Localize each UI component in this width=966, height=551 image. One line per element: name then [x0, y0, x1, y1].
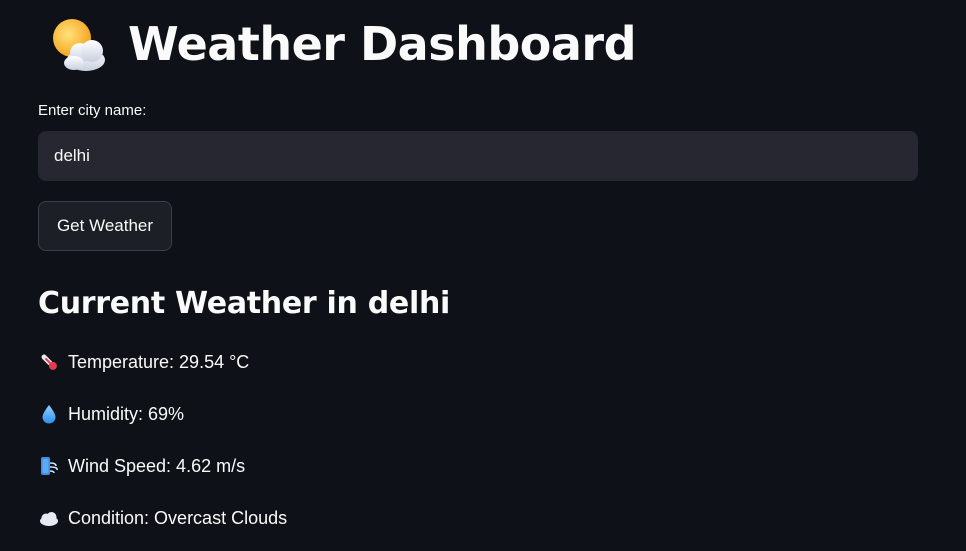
wind-icon — [38, 455, 60, 477]
city-input[interactable] — [38, 131, 918, 181]
cloud-icon — [38, 507, 60, 529]
humidity-text: Humidity: 69% — [68, 403, 185, 424]
condition-text: Condition: Overcast Clouds — [68, 507, 288, 528]
humidity-metric: Humidity: 69% — [38, 403, 184, 425]
wind-speed-text: Wind Speed: 4.62 m/s — [68, 455, 246, 476]
condition-metric: Condition: Overcast Clouds — [38, 507, 287, 529]
thermometer-icon — [38, 351, 60, 373]
page-header: Weather Dashboard — [46, 12, 637, 76]
droplet-icon — [38, 403, 60, 425]
sun-behind-cloud-icon — [46, 13, 108, 75]
page-title: Weather Dashboard — [128, 17, 637, 71]
temperature-text: Temperature: 29.54 °C — [68, 351, 250, 372]
wind-speed-metric: Wind Speed: 4.62 m/s — [38, 455, 245, 477]
current-weather-heading: Current Weather in delhi — [38, 286, 450, 321]
temperature-metric: Temperature: 29.54 °C — [38, 351, 249, 373]
get-weather-button[interactable]: Get Weather — [38, 201, 172, 251]
city-input-label: Enter city name: — [38, 102, 147, 119]
